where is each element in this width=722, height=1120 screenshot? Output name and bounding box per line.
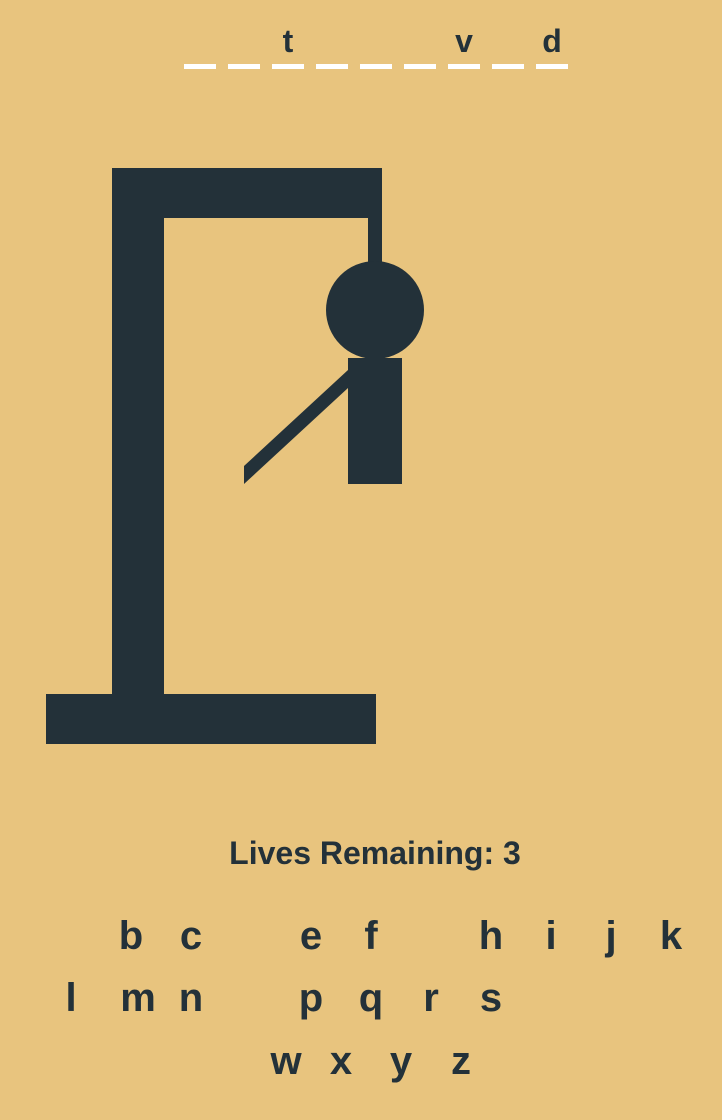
key-m[interactable]: m — [108, 975, 168, 1021]
key-p[interactable]: p — [281, 975, 341, 1021]
figure-body — [348, 358, 402, 484]
gallows-rope — [368, 214, 382, 266]
gallows-beam — [112, 168, 382, 218]
gallows-base — [46, 694, 376, 744]
key-n[interactable]: n — [161, 975, 221, 1021]
key-f[interactable]: f — [341, 913, 401, 959]
key-x[interactable]: x — [311, 1038, 371, 1084]
lives-remaining: Lives Remaining: 3 — [229, 835, 521, 871]
key-b[interactable]: b — [101, 913, 161, 959]
key-c[interactable]: c — [161, 913, 221, 959]
key-w[interactable]: w — [256, 1038, 316, 1084]
gallows-post — [112, 168, 164, 698]
key-h[interactable]: h — [461, 913, 521, 959]
key-r[interactable]: r — [401, 975, 461, 1021]
key-y[interactable]: y — [371, 1038, 431, 1084]
key-s[interactable]: s — [461, 975, 521, 1021]
key-z[interactable]: z — [431, 1038, 491, 1084]
key-l[interactable]: l — [41, 975, 101, 1021]
hangman-drawing — [46, 168, 424, 744]
key-j[interactable]: j — [581, 913, 641, 959]
key-k[interactable]: k — [641, 913, 701, 959]
key-i[interactable]: i — [521, 913, 581, 959]
key-e[interactable]: e — [281, 913, 341, 959]
key-q[interactable]: q — [341, 975, 401, 1021]
figure-left-arm — [244, 370, 348, 484]
figure-head — [326, 261, 424, 359]
